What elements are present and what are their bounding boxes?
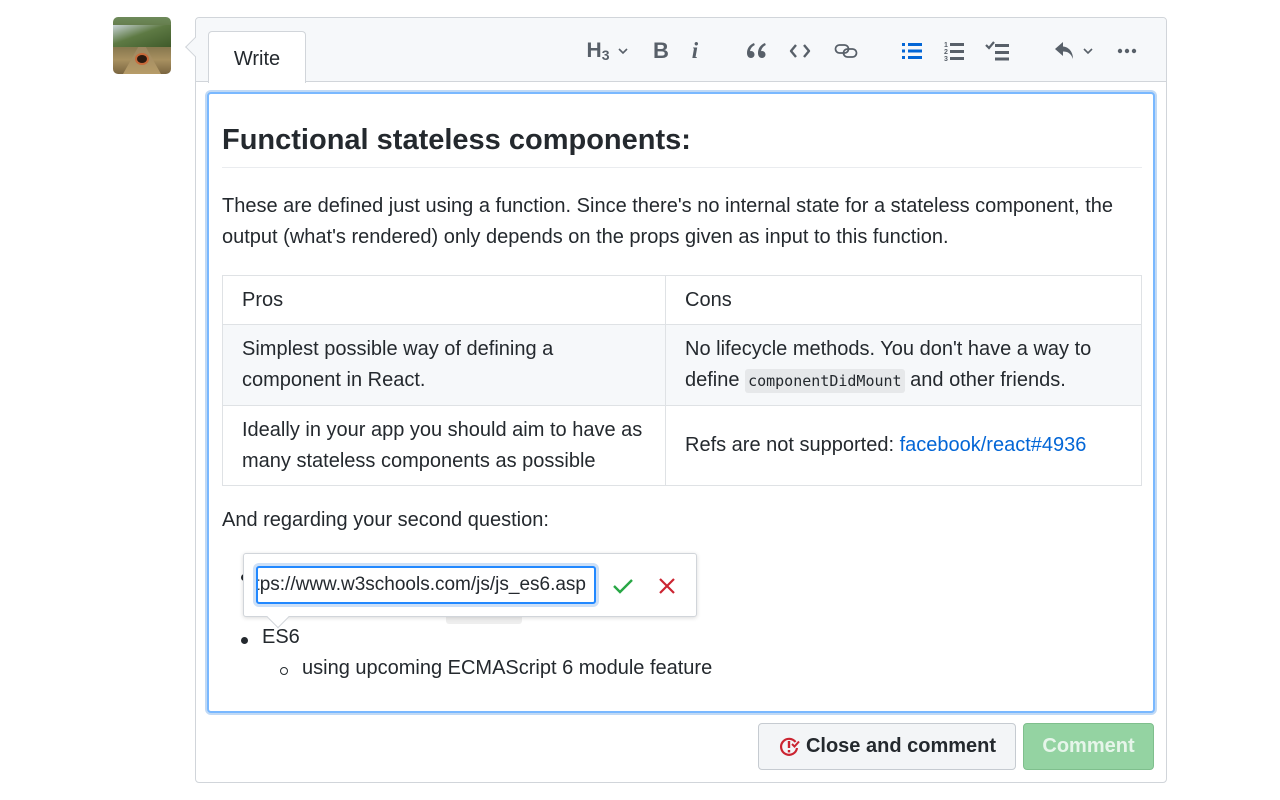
unordered-list-icon xyxy=(902,43,922,59)
close-icon xyxy=(659,578,675,594)
link-button[interactable] xyxy=(832,36,860,66)
list-item: ES6 xyxy=(262,626,300,648)
bold-button[interactable]: B xyxy=(648,36,674,66)
task-list-button[interactable] xyxy=(982,36,1012,66)
ordered-list-button[interactable]: 1 2 3 xyxy=(940,36,968,66)
avatar-image-hill xyxy=(113,25,171,47)
table-cell-cons: Refs are not supported: facebook/react#4… xyxy=(665,405,1142,486)
content-paragraph: These are defined just using a function.… xyxy=(222,195,1114,248)
quote-icon xyxy=(747,43,766,58)
close-and-comment-label: Close and comment xyxy=(805,735,997,757)
table-row: Ideally in your app you should aim to ha… xyxy=(222,405,1142,486)
comment-form: Write H3 B i 1 2 3 Functional stateless … xyxy=(185,17,1167,783)
sublist-item: using upcoming ECMAScript 6 module featu… xyxy=(302,657,713,679)
quote-button[interactable] xyxy=(742,36,770,66)
code-icon xyxy=(789,44,811,58)
issue-closed-icon xyxy=(780,737,800,756)
popover-caret xyxy=(266,605,290,629)
unordered-list-button[interactable] xyxy=(898,36,926,66)
reply-icon xyxy=(1055,42,1073,59)
heading-button[interactable]: H3 xyxy=(582,36,634,66)
ordered-list-icon: 1 2 3 xyxy=(944,42,964,61)
link-url-input[interactable]: https://www.w3schools.com/js/js_es6.asp xyxy=(256,566,596,604)
reply-button[interactable] xyxy=(1052,36,1096,66)
table-cell-cons: No lifecycle methods. You don't have a w… xyxy=(665,324,1142,406)
table-header-cons: Cons xyxy=(665,275,1142,325)
comment-editor[interactable]: Functional stateless components: These a… xyxy=(207,92,1155,713)
editor-header: Write H3 B i 1 2 3 xyxy=(196,18,1166,83)
chevron-down-icon xyxy=(618,48,629,55)
inline-code: componentDidMount xyxy=(745,368,905,393)
comment-button[interactable]: Comment xyxy=(1023,723,1154,770)
more-button[interactable] xyxy=(1114,36,1140,66)
issue-link[interactable]: facebook/react#4936 xyxy=(900,434,1087,456)
italic-icon: i xyxy=(691,38,699,63)
table-header-row: Pros Cons xyxy=(222,275,1142,325)
avatar[interactable] xyxy=(113,17,171,74)
table-row: Simplest possible way of defining a comp… xyxy=(222,324,1142,406)
bold-icon: B xyxy=(653,38,669,63)
confirm-link-button[interactable] xyxy=(611,574,635,598)
kebab-horizontal-icon xyxy=(1117,48,1137,54)
link-popover: https://www.w3schools.com/js/js_es6.asp xyxy=(243,553,697,629)
code-button[interactable] xyxy=(786,36,814,66)
svg-text:1: 1 xyxy=(944,42,948,49)
table-header-pros: Pros xyxy=(222,275,666,325)
pros-cons-table: Pros Cons Simplest possible way of defin… xyxy=(222,275,1142,486)
table-cell-pros: Simplest possible way of defining a comp… xyxy=(222,324,666,406)
heading-icon: H3 xyxy=(586,39,610,63)
close-and-comment-button[interactable]: Close and comment xyxy=(758,723,1016,770)
content-paragraph-2: And regarding your second question: xyxy=(222,509,549,531)
comment-label: Comment xyxy=(1042,735,1135,757)
svg-text:3: 3 xyxy=(944,56,948,61)
chevron-down-icon xyxy=(1083,48,1093,55)
list-bullet xyxy=(241,637,248,644)
link-icon xyxy=(834,44,858,58)
markdown-toolbar: H3 B i 1 2 3 xyxy=(196,36,1166,66)
svg-text:2: 2 xyxy=(944,49,948,56)
avatar-image-object xyxy=(137,55,147,63)
table-cell-pros: Ideally in your app you should aim to ha… xyxy=(222,405,666,486)
task-list-icon xyxy=(985,41,1009,61)
check-icon xyxy=(613,579,633,594)
italic-button[interactable]: i xyxy=(684,36,706,66)
cancel-link-button[interactable] xyxy=(656,575,678,597)
content-heading: Functional stateless components: xyxy=(222,124,1142,168)
sublist-bullet xyxy=(280,667,288,675)
